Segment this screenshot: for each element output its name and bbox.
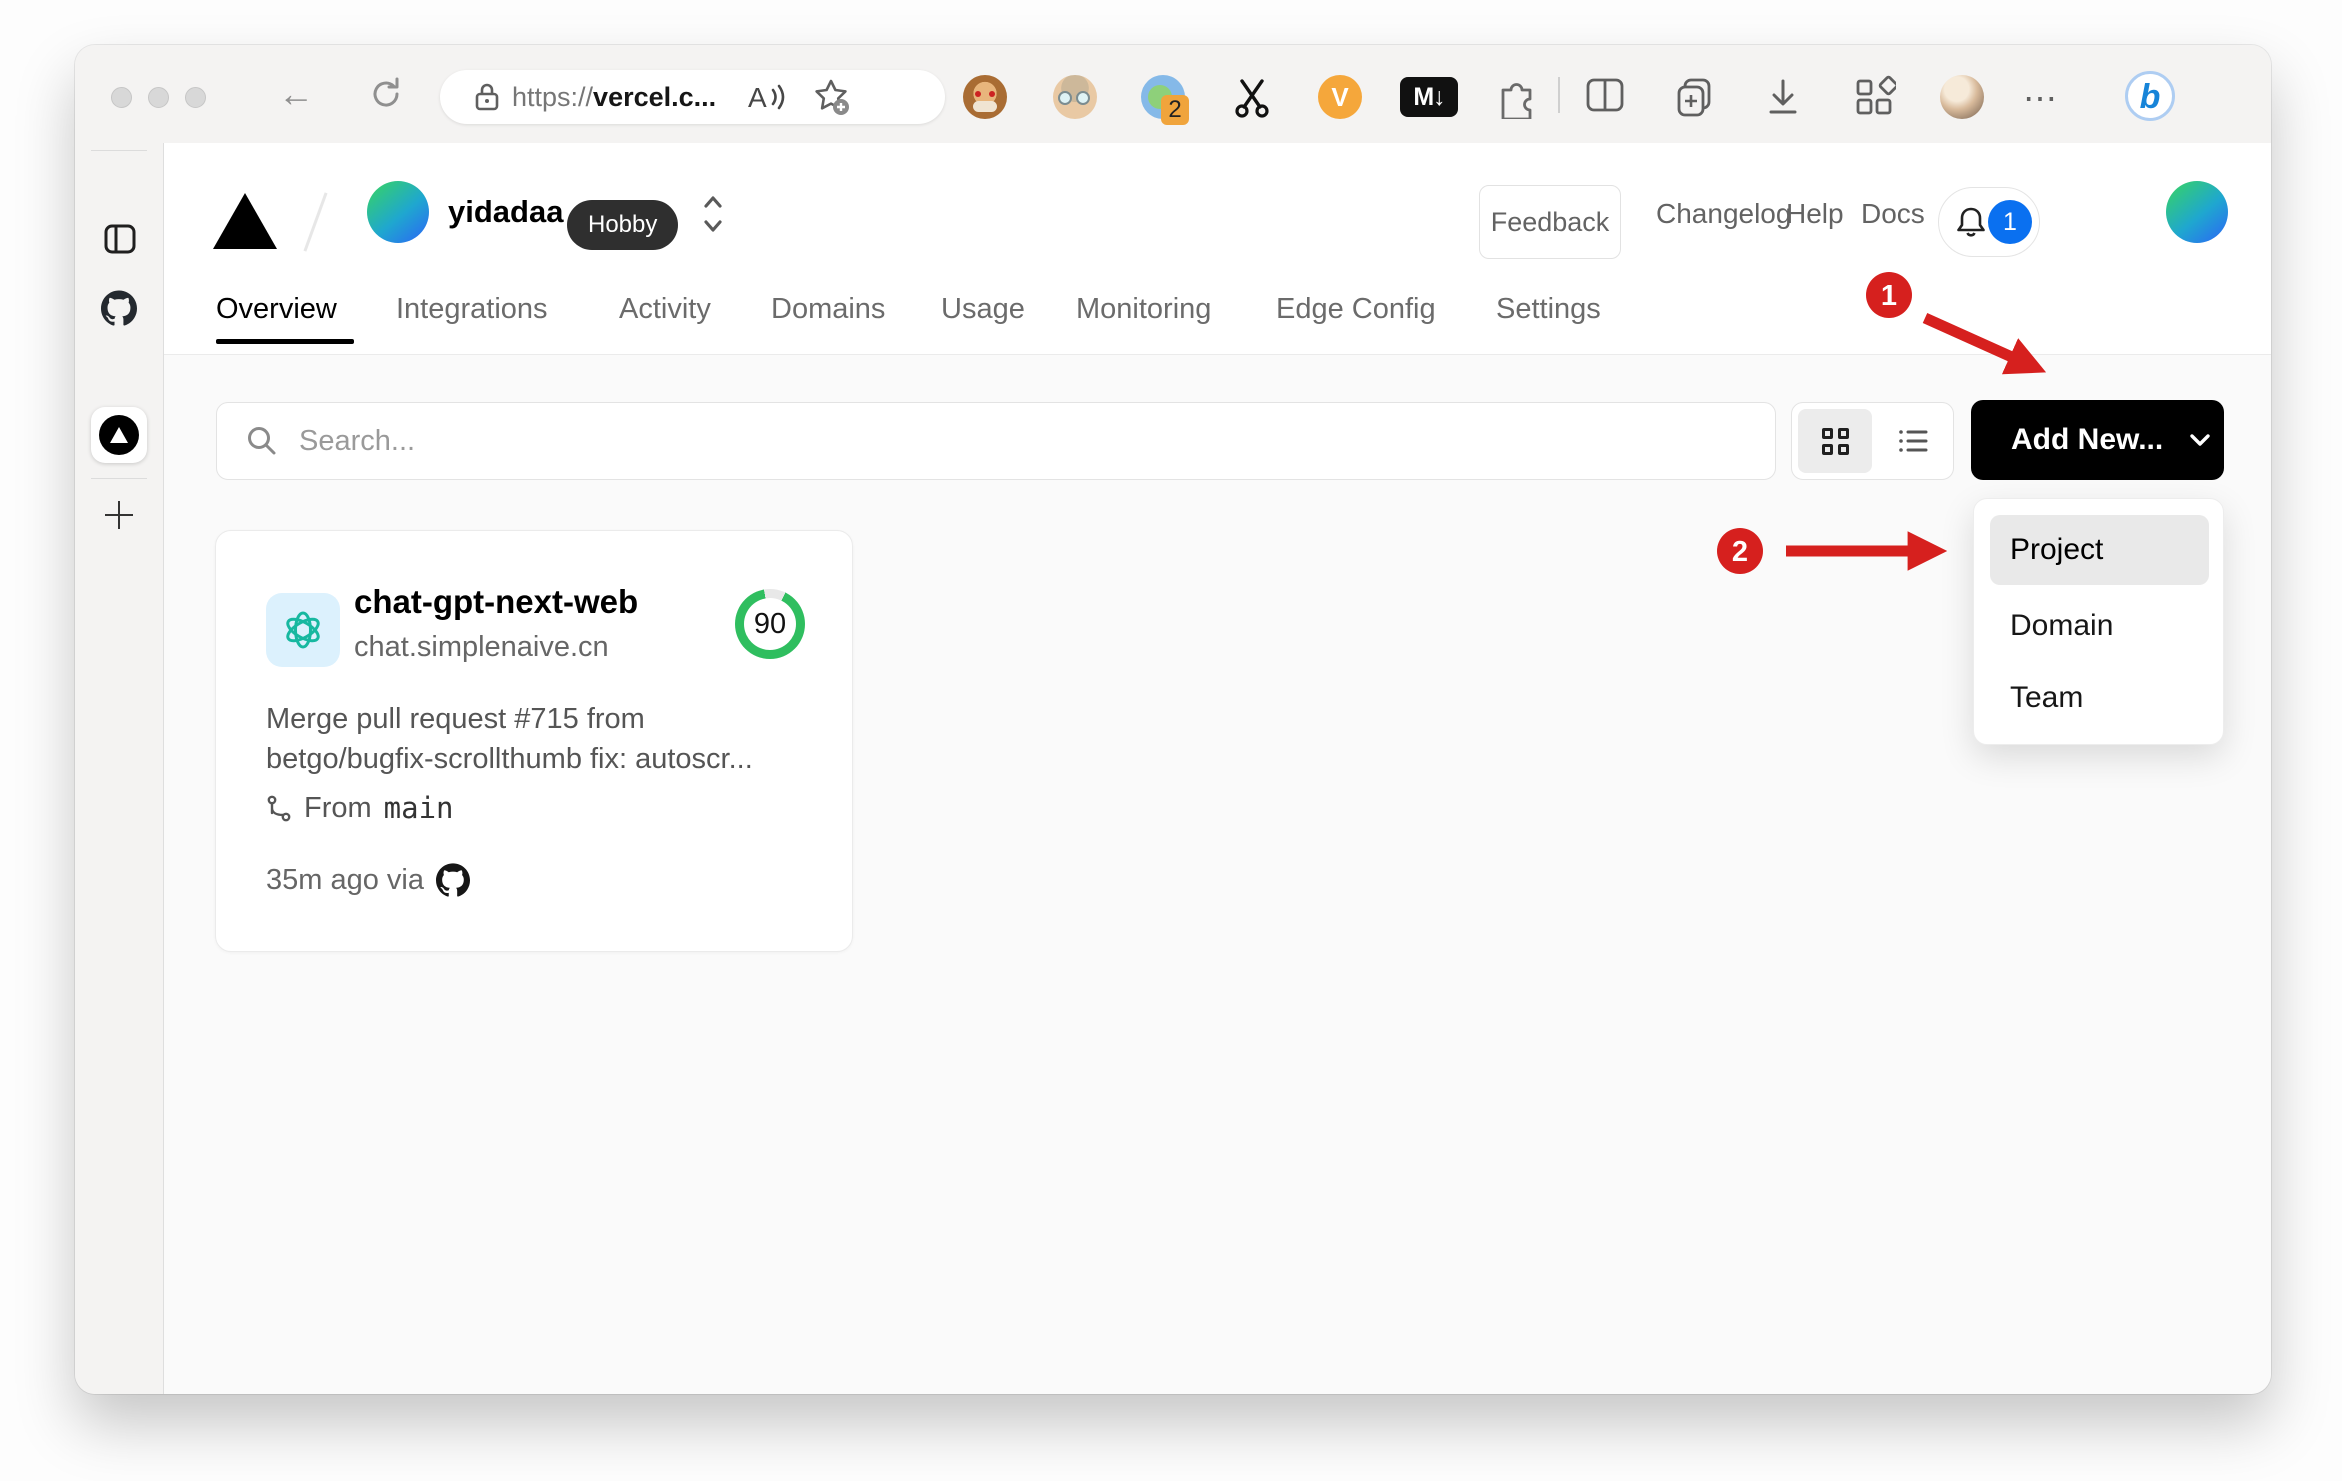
search-input[interactable] xyxy=(299,424,1699,458)
bell-icon xyxy=(1957,207,1985,237)
openai-logo-icon xyxy=(286,611,320,649)
sidebar-divider xyxy=(91,478,147,479)
extension-badge: 2 xyxy=(1161,95,1189,125)
tab-actions-icon[interactable] xyxy=(103,223,137,255)
browser-profile-avatar[interactable] xyxy=(1940,75,1984,119)
commit-line-2: betgo/bugfix-scrollthumb fix: autoscr... xyxy=(266,743,753,775)
search-icon xyxy=(248,427,276,455)
tab-domains[interactable]: Domains xyxy=(771,293,885,326)
search-bar[interactable] xyxy=(216,402,1776,480)
avatar-extension-icon[interactable] xyxy=(1053,75,1097,119)
breadcrumb-slash xyxy=(303,192,328,252)
team-avatar[interactable] xyxy=(367,181,429,243)
screenshot-stage: ← https://vercel.c... A 2 V M↓ ⋯ b yidad… xyxy=(0,0,2342,1476)
url-text: https://vercel.c... xyxy=(512,82,716,113)
help-link[interactable]: Help xyxy=(1786,198,1844,230)
feedback-button[interactable]: Feedback xyxy=(1479,185,1621,259)
traffic-light-minimize-icon[interactable] xyxy=(148,87,169,108)
read-aloud-icon[interactable]: A xyxy=(746,80,786,114)
v-extension-icon[interactable]: V xyxy=(1318,75,1362,119)
github-tab-icon[interactable] xyxy=(101,290,137,326)
browser-toolbar: ← https://vercel.c... A 2 V M↓ ⋯ b xyxy=(75,45,2271,143)
scissors-extension-icon[interactable] xyxy=(1230,75,1274,119)
tab-edge-config[interactable]: Edge Config xyxy=(1276,293,1436,326)
git-branch-icon xyxy=(267,795,291,822)
branch-name: main xyxy=(383,791,454,825)
downloads-icon[interactable] xyxy=(1763,75,1803,119)
url-scheme: https:// xyxy=(512,81,594,112)
tab-overview[interactable]: Overview xyxy=(216,293,337,326)
tampermonkey-extension-icon[interactable] xyxy=(963,75,1007,119)
dropdown-item-project[interactable]: Project xyxy=(1990,515,2209,585)
address-bar[interactable]: https://vercel.c... A xyxy=(440,70,945,124)
lock-icon xyxy=(475,83,499,111)
chevron-down-icon xyxy=(2190,434,2210,446)
changelog-link[interactable]: Changelog xyxy=(1656,198,1791,230)
tab-usage[interactable]: Usage xyxy=(941,293,1025,326)
active-tab-underline xyxy=(216,339,354,344)
apps-grid-icon[interactable] xyxy=(1852,75,1896,119)
tab-monitoring[interactable]: Monitoring xyxy=(1076,293,1211,326)
grid-view-button[interactable] xyxy=(1798,409,1872,473)
branch-row: From main xyxy=(266,791,454,825)
list-view-icon xyxy=(1898,430,1927,452)
url-host: vercel.c... xyxy=(593,81,717,112)
github-icon xyxy=(436,863,470,897)
list-view-button[interactable] xyxy=(1872,427,1953,455)
more-menu-icon[interactable]: ⋯ xyxy=(2023,79,2059,119)
vercel-logo[interactable] xyxy=(213,193,277,249)
tab-integrations[interactable]: Integrations xyxy=(396,293,548,326)
commit-message[interactable]: Merge pull request #715 from betgo/bugfi… xyxy=(266,699,806,779)
split-screen-icon[interactable] xyxy=(1583,75,1627,115)
branch-prefix: From xyxy=(304,791,372,824)
vercel-active-tab[interactable] xyxy=(91,407,147,463)
back-button[interactable]: ← xyxy=(273,73,319,115)
svg-text:A: A xyxy=(748,82,767,113)
dropdown-item-domain[interactable]: Domain xyxy=(1990,591,2209,661)
dashboard-header: yidadaa Hobby Feedback Changelog Help Do… xyxy=(164,143,2271,355)
project-name[interactable]: chat-gpt-next-web xyxy=(354,583,638,621)
reload-button[interactable] xyxy=(367,75,405,113)
badged-extension-icon[interactable]: 2 xyxy=(1141,75,1189,125)
deployment-meta: 35m ago via xyxy=(266,863,470,897)
view-toggle xyxy=(1791,402,1954,480)
collections-icon[interactable] xyxy=(1673,75,1717,119)
add-new-label: Add New... xyxy=(2011,423,2164,456)
docs-link[interactable]: Docs xyxy=(1861,198,1925,230)
markdown-extension-icon[interactable]: M↓ xyxy=(1400,77,1458,117)
add-new-button[interactable]: Add New... xyxy=(1971,400,2224,480)
score-value: 90 xyxy=(744,598,796,650)
traffic-light-close-icon[interactable] xyxy=(111,87,132,108)
add-new-dropdown: Project Domain Team xyxy=(1973,498,2224,745)
vertical-tabs-sidebar xyxy=(75,143,163,1394)
notification-count-badge: 1 xyxy=(1988,200,2032,244)
tab-settings[interactable]: Settings xyxy=(1496,293,1601,326)
vercel-favicon xyxy=(99,415,139,455)
tab-activity[interactable]: Activity xyxy=(619,293,711,326)
user-avatar[interactable] xyxy=(2166,181,2228,243)
plan-badge: Hobby xyxy=(567,200,679,250)
project-domain[interactable]: chat.simplenaive.cn xyxy=(354,631,609,664)
deployed-time: 35m ago via xyxy=(266,863,424,896)
dropdown-item-team[interactable]: Team xyxy=(1990,663,2209,733)
traffic-light-zoom-icon[interactable] xyxy=(185,87,206,108)
extensions-puzzle-icon[interactable] xyxy=(1493,75,1537,119)
grid-view-icon xyxy=(1821,427,1849,455)
project-card[interactable]: chat-gpt-next-web chat.simplenaive.cn 90… xyxy=(215,530,853,952)
toolbar-divider xyxy=(1558,77,1560,113)
vercel-dashboard: yidadaa Hobby Feedback Changelog Help Do… xyxy=(163,143,2271,1394)
team-switcher-icon[interactable] xyxy=(701,189,725,239)
favorite-star-icon[interactable] xyxy=(812,77,852,117)
commit-line-1: Merge pull request #715 from xyxy=(266,703,645,735)
browser-window: ← https://vercel.c... A 2 V M↓ ⋯ b yidad… xyxy=(75,45,2271,1394)
score-ring[interactable]: 90 xyxy=(735,589,805,659)
team-name[interactable]: yidadaa xyxy=(448,181,563,243)
project-icon-tile xyxy=(266,593,340,667)
bing-chat-icon[interactable]: b xyxy=(2125,71,2175,121)
new-tab-button[interactable] xyxy=(105,501,133,529)
sidebar-divider xyxy=(91,150,147,151)
